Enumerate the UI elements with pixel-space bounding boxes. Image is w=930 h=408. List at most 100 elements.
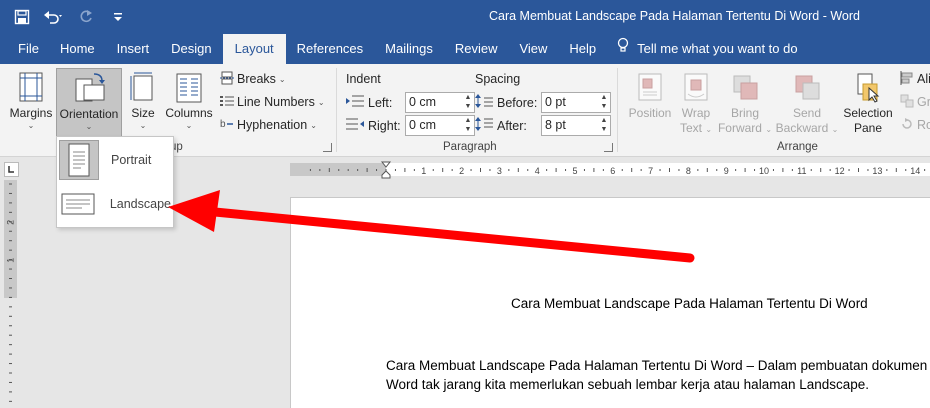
columns-icon <box>172 70 206 104</box>
orientation-landscape-item[interactable]: Landscape <box>59 183 171 225</box>
size-button[interactable]: Size ⌄ <box>125 68 161 138</box>
tab-mailings[interactable]: Mailings <box>374 34 444 64</box>
chevron-down-icon: ⌄ <box>85 122 93 131</box>
ruler-label: 4 <box>535 166 540 176</box>
lightbulb-icon <box>617 34 629 64</box>
indent-right-label: Right: <box>368 118 401 133</box>
margins-icon <box>14 70 48 104</box>
tell-me-text: Tell me what you want to do <box>637 41 798 56</box>
spinner-arrows-icon[interactable]: ▲ ▼ <box>463 116 473 135</box>
tab-insert[interactable]: Insert <box>106 34 161 64</box>
ruler-label: 9 <box>724 166 729 176</box>
ruler-label: 10 <box>759 166 769 176</box>
svg-text:b: b <box>220 119 226 130</box>
document-paragraph-line: Word tak jarang kita memerlukan sebuah l… <box>386 377 870 392</box>
ruler-label: 2 <box>6 220 16 225</box>
line-numbers-icon <box>220 94 234 111</box>
selection-pane-icon <box>851 70 885 104</box>
rotate-button[interactable]: Ro <box>900 114 930 136</box>
title-bar: Cara Membuat Landscape Pada Halaman Tert… <box>0 0 930 34</box>
tab-home[interactable]: Home <box>49 34 106 64</box>
indent-left-row: Left: 0 cm ▲ ▼ <box>346 92 475 113</box>
spinner-arrows-icon[interactable]: ▲ ▼ <box>599 93 609 112</box>
tab-selector-icon[interactable] <box>4 162 19 177</box>
group-divider <box>617 68 618 152</box>
wrap-text-button[interactable]: Wrap Text ⌄ <box>676 68 716 138</box>
portrait-page-icon <box>59 140 99 180</box>
orientation-icon <box>72 71 106 105</box>
horizontal-ruler-marks: 1 2 3 4 5 6 7 8 9 10 11 12 13 14 <box>309 161 926 179</box>
bring-forward-icon <box>728 70 762 104</box>
rotate-label: Ro <box>917 118 930 132</box>
tab-review[interactable]: Review <box>444 34 509 64</box>
hyphenation-button[interactable]: b Hyphenation ⌄ <box>220 114 317 136</box>
ruler-label: 5 <box>572 166 577 176</box>
group-button[interactable]: Gr <box>900 91 930 113</box>
paragraph-launcher-icon[interactable] <box>604 143 613 152</box>
chevron-down-icon: ⌄ <box>765 125 773 134</box>
spinner-arrows-icon[interactable]: ▲ ▼ <box>463 93 473 112</box>
position-label: Position <box>628 106 672 120</box>
tab-references[interactable]: References <box>286 34 374 64</box>
ruler-label: 11 <box>797 166 806 176</box>
spacing-before-icon <box>475 94 493 111</box>
margins-label: Margins <box>9 106 53 120</box>
spacing-after-label: After: <box>497 118 527 133</box>
bring-forward-button[interactable]: Bring Forward ⌄ <box>716 68 774 138</box>
size-icon <box>126 70 160 104</box>
vertical-ruler-marks: 21 <box>6 183 16 402</box>
ruler-label: 13 <box>872 166 882 176</box>
document-paragraph: Cara Membuat Landscape Pada Halaman Tert… <box>386 356 930 394</box>
document-paragraph-line: Cara Membuat Landscape Pada Halaman Tert… <box>386 358 930 373</box>
orientation-menu: Portrait Landscape <box>56 136 174 228</box>
columns-label: Columns <box>165 106 213 120</box>
position-icon <box>633 70 667 104</box>
spacing-after-input[interactable]: 8 pt ▲ ▼ <box>541 115 611 136</box>
chevron-down-icon: ⌄ <box>27 121 35 130</box>
bring-forward-label-2-text: Forward <box>717 121 762 135</box>
tell-me-search[interactable]: Tell me what you want to do <box>607 34 807 64</box>
spacing-before-input[interactable]: 0 pt ▲ ▼ <box>541 92 611 113</box>
spacing-before-value: 0 pt <box>545 95 566 109</box>
tab-file[interactable]: File <box>8 34 49 64</box>
chevron-down-icon: ⌄ <box>310 120 317 130</box>
breaks-button[interactable]: Breaks ⌄ <box>220 68 286 90</box>
send-backward-label-2: Backward ⌄ <box>776 121 839 137</box>
window-title: Cara Membuat Landscape Pada Halaman Tert… <box>488 9 860 23</box>
spinner-arrows-icon[interactable]: ▲ ▼ <box>599 116 609 135</box>
send-backward-icon <box>790 70 824 104</box>
rotate-icon <box>900 117 914 134</box>
indent-left-input[interactable]: 0 cm ▲ ▼ <box>405 92 475 113</box>
margins-button[interactable]: Margins ⌄ <box>6 68 56 138</box>
indent-left-label: Left: <box>368 95 393 110</box>
position-button[interactable]: Position <box>624 68 676 138</box>
indent-right-input[interactable]: 0 cm ▲ ▼ <box>405 115 475 136</box>
tab-design[interactable]: Design <box>160 34 222 64</box>
spacing-after-row: After: 8 pt ▲ ▼ <box>475 115 611 136</box>
landscape-label: Landscape <box>109 197 171 211</box>
page-setup-launcher-icon[interactable] <box>323 143 332 152</box>
line-numbers-button[interactable]: Line Numbers ⌄ <box>220 91 325 113</box>
align-button[interactable]: Ali <box>900 68 930 90</box>
indent-left-value: 0 cm <box>409 95 437 109</box>
tab-layout[interactable]: Layout <box>222 34 286 64</box>
selection-pane-button[interactable]: Selection Pane <box>840 68 896 138</box>
wrap-text-icon <box>679 70 713 104</box>
ruler-label: 7 <box>648 166 653 176</box>
columns-button[interactable]: Columns ⌄ <box>163 68 215 138</box>
hyphenation-icon: b <box>220 117 234 134</box>
ruler-label: 3 <box>497 166 502 176</box>
indent-right-row: Right: 0 cm ▲ ▼ <box>346 115 475 136</box>
portrait-label: Portrait <box>111 153 152 167</box>
tab-help[interactable]: Help <box>558 34 607 64</box>
hanging-indent-marker[interactable] <box>381 170 391 179</box>
tab-view[interactable]: View <box>508 34 558 64</box>
send-backward-label-2-text: Backward <box>775 121 829 135</box>
first-line-indent-marker[interactable] <box>380 161 392 168</box>
chevron-down-icon: ⌄ <box>278 74 286 84</box>
orientation-button[interactable]: Orientation ⌄ <box>56 68 122 138</box>
ribbon-tabs: File Home Insert Design Layout Reference… <box>0 34 930 64</box>
chevron-down-icon: ⌄ <box>705 125 713 134</box>
orientation-portrait-item[interactable]: Portrait <box>59 139 171 181</box>
send-backward-button[interactable]: Send Backward ⌄ <box>776 68 838 138</box>
